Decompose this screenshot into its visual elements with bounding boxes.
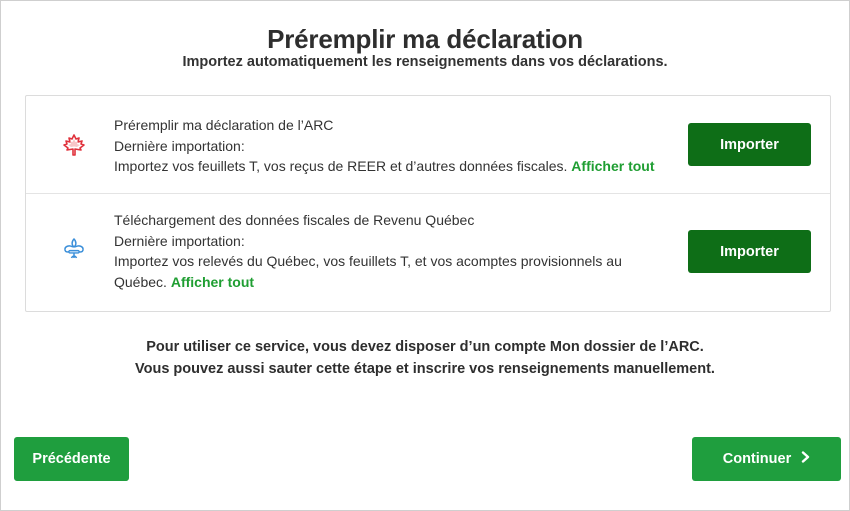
info-line2: Vous pouvez aussi sauter cette étape et … [135, 361, 715, 377]
continue-button-label: Continuer [722, 451, 792, 467]
page-subtitle: Importez automatiquement les renseigneme… [182, 54, 668, 70]
import-row-text: Préremplir ma déclaration de l’ARC Derni… [114, 115, 694, 177]
fleur-de-lis-icon [64, 237, 84, 259]
import-button-arc[interactable]: Importer [688, 123, 811, 166]
chevron-right-icon [802, 451, 810, 463]
page-title: Préremplir ma déclaration [267, 24, 583, 54]
last-import-label: Dernière importation: [114, 232, 245, 249]
show-all-link[interactable]: Afficher tout [171, 274, 254, 290]
info-line1-prefix: Pour utiliser ce service, vous devez dis… [146, 339, 546, 355]
import-description: Importez vos feuillets T, vos reçus de R… [114, 158, 568, 174]
info-line1-bold: Mon dossier de l’ARC [549, 339, 700, 355]
import-row-arc: Préremplir ma déclaration de l’ARC Derni… [26, 96, 830, 194]
service-info: Pour utiliser ce service, vous devez dis… [0, 336, 850, 380]
show-all-link[interactable]: Afficher tout [571, 158, 654, 174]
import-row-text: Téléchargement des données fiscales de R… [114, 210, 674, 292]
import-row-revenu-quebec: Téléchargement des données fiscales de R… [26, 194, 830, 311]
import-title: Préremplir ma déclaration de l’ARC [114, 117, 334, 133]
last-import-label: Dernière importation: [114, 137, 245, 154]
import-button-revenu-quebec[interactable]: Importer [688, 230, 811, 273]
previous-button-label: Précédente [32, 451, 111, 467]
continue-button[interactable]: Continuer [692, 437, 841, 481]
import-title: Téléchargement des données fiscales de R… [114, 212, 475, 228]
previous-button[interactable]: Précédente [14, 437, 129, 481]
info-line1-suffix: . [699, 339, 704, 355]
import-options-card: Préremplir ma déclaration de l’ARC Derni… [25, 95, 831, 312]
maple-leaf-icon [63, 134, 85, 156]
